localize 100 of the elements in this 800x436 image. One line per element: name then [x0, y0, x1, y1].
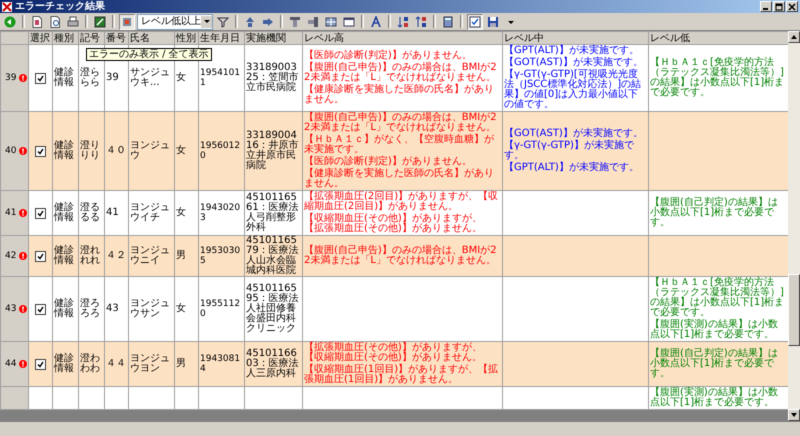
category-cell: 健診情報 [54, 140, 74, 161]
name-cell: ヨンジュウ [130, 140, 170, 161]
column-header[interactable]: レベル高 [302, 32, 502, 44]
institution-cell: 4510116595：医療法人社団修養会盛田内科クリニック [246, 283, 299, 334]
error-message: 【腹囲(自己判定)の結果】は小数点以下[1]桁まで必要です。 [650, 198, 779, 228]
up-arrow-icon[interactable] [791, 35, 797, 39]
sex-cell: 女 [176, 72, 186, 83]
row-number: 42 [5, 251, 16, 261]
error-message: 【医師の診断(判定)】がありません。 [304, 51, 473, 61]
name-cell: ヨンジュウヨン [130, 353, 170, 374]
symbol-cell: 澄るるる [80, 202, 100, 223]
row-number: 43 [5, 304, 16, 314]
scroll-down-button[interactable] [788, 409, 800, 421]
number-cell: 43 [106, 303, 119, 314]
institution-cell: 4510116579：医療法人山水会臨城内科医院 [246, 235, 299, 276]
checkbox-view-icon[interactable] [467, 14, 483, 30]
column-header[interactable]: レベル低 [648, 32, 788, 44]
error-message: 【腹囲(実測)の結果】は小数点以下[1]桁まで必要です。 [650, 388, 779, 408]
birth-date-cell: 19551120 [200, 299, 240, 319]
column-header[interactable]: 種別 [52, 32, 78, 44]
tooltip: エラーのみ表示 / 全て表示 [86, 48, 212, 61]
column-header[interactable]: 性別 [174, 32, 198, 44]
row-number: 39 [5, 73, 16, 83]
institution-cell: 3318900416：井原市立井原市民病院 [246, 130, 299, 171]
checkbox[interactable] [35, 72, 46, 84]
error-message: 【腹囲(自己申告)】のみの場合は、BMIが22未満または「L」でなければなりません。 [304, 63, 498, 83]
error-message: 【拡張期血圧(2回目)】がありますが、【収縮期血圧(2回目)】がありません。 [304, 192, 500, 212]
checkbox[interactable] [35, 250, 46, 262]
error-message: 【健康診断を実施した医師の氏名】がありません。 [304, 169, 495, 189]
error-message: 【腹囲(実測)の結果】は小数点以下[1]桁まで必要です。 [650, 320, 779, 340]
symbol-cell: 澄ろろろ [80, 298, 100, 319]
level-dropdown[interactable]: レベル低以上 [137, 14, 213, 30]
row-number: 41 [5, 208, 16, 218]
down-arrow-icon[interactable] [791, 413, 797, 417]
row-number: 44 [5, 359, 16, 369]
error-message: 【収縮期血圧(1回目)】がありますが、【拡張期血圧(1回目)】がありません。 [304, 365, 500, 385]
symbol-cell: 澄ららら [80, 67, 100, 88]
error-message: 【腹囲(自己判定)の結果】は小数点以下[1]桁まで必要です。 [650, 349, 779, 379]
error-message: 【医師の診断(判定)】がありません。 [304, 157, 473, 167]
birth-date-cell: 19541011 [200, 68, 240, 88]
institution-cell: 3318900325：笠間市立市民病院 [246, 62, 299, 93]
scroll-thumb[interactable] [788, 274, 800, 346]
symbol-cell: 澄わわわ [80, 353, 100, 374]
printer-icon[interactable] [65, 14, 81, 30]
edit-icon[interactable] [92, 14, 108, 30]
sex-cell: 男 [176, 250, 186, 261]
checkbox[interactable] [35, 146, 46, 156]
filter-toggle-icon[interactable] [119, 14, 135, 30]
institution-cell: 4510116603：医療法人三原内科 [246, 348, 299, 379]
column-header[interactable]: 記号 [78, 32, 104, 44]
column-header[interactable]: 選択 [28, 32, 52, 44]
name-cell: ヨンジュウニイ [130, 245, 170, 266]
checkbox[interactable] [35, 358, 46, 370]
error-message: 【γ-GT(γ-GTP)[可視吸光光度法（JSCC標準化対応法）]の結果】の値[0]は入力最小値以下の値です。 [504, 70, 642, 110]
app-icon [2, 2, 12, 12]
sex-cell: 男 [176, 358, 186, 369]
error-message: 【腹囲(自己申告)】のみの場合は、BMIが22未満または「L」でなければなりません。 [304, 246, 498, 266]
name-cell: ヨンジュウイチ [130, 202, 170, 223]
error-message: 【ＨｂＡ１ｃ[免疫学的方法（ラテックス凝集比濁法等）]の結果】は小数点以下[1]桁まで必要です。 [650, 278, 786, 318]
column-header[interactable]: 生年月日 [198, 32, 244, 44]
error-message: 【ＨｂＡ１ｃ】がなく、【空腹時血糖】が未実施です。 [304, 135, 495, 155]
sex-cell: 女 [176, 303, 186, 314]
column-header[interactable]: 氏名 [128, 32, 174, 44]
category-cell: 健診情報 [54, 245, 74, 266]
birth-date-cell: 19430814 [200, 354, 240, 374]
birth-date-cell: 19530305 [200, 246, 240, 266]
error-message: 【健康診断を実施した医師の氏名】がありません。 [304, 85, 495, 105]
category-cell: 健診情報 [54, 298, 74, 319]
error-message: 【γ-GT(γ-GTP)】が未実施です。 [504, 141, 635, 161]
error-message: 【GPT(ALT)】が未実施です。 [504, 46, 640, 56]
window-title: エラーチェック結果 [15, 0, 106, 12]
error-message: 【腹囲(自己申告)】のみの場合は、BMIが22未満または「L」でなければなりません。 [304, 113, 498, 133]
column-header[interactable]: レベル中 [502, 32, 648, 44]
error-message: 【GOT(AST)】が未実施です。 [504, 129, 644, 139]
vertical-scrollbar[interactable] [788, 31, 800, 421]
caret-icon[interactable] [204, 20, 210, 24]
sort-descending-icon[interactable] [413, 14, 429, 30]
sex-cell: 女 [176, 207, 186, 218]
symbol-cell: 澄りりり [80, 140, 100, 161]
birth-date-cell: 19560120 [200, 141, 240, 161]
number-cell: 39 [106, 72, 119, 83]
error-message: 【GOT(AST)】が未実施です。 [504, 58, 644, 68]
number-cell: ４０ [106, 145, 126, 156]
error-message: 【収縮期血圧(その他)】がありますが、【拡張期血圧(その他)】がありません。 [304, 214, 483, 234]
category-cell: 健診情報 [54, 202, 74, 223]
error-message: 【拡張期血圧(その他)】がありますが、【収縮期血圧(その他)】がありません。 [304, 343, 483, 363]
category-cell: 健診情報 [54, 67, 74, 88]
checkbox[interactable] [35, 208, 46, 218]
sex-cell: 女 [176, 145, 186, 156]
column-header[interactable]: 番号 [104, 32, 128, 44]
row-number: 40 [5, 146, 16, 156]
institution-cell: 4510116561：医療法人弓削整形外科 [246, 192, 299, 233]
error-message: 【GPT(ALT)】が未実施です。 [504, 163, 640, 173]
category-cell: 健診情報 [54, 353, 74, 374]
column-header[interactable]: 実施機関 [244, 32, 302, 44]
birth-date-cell: 19430203 [200, 203, 240, 223]
scroll-up-button[interactable] [788, 31, 800, 43]
number-cell: ４４ [106, 358, 126, 369]
name-cell: サンジュウキ... [130, 67, 170, 88]
checkbox[interactable] [35, 304, 46, 314]
